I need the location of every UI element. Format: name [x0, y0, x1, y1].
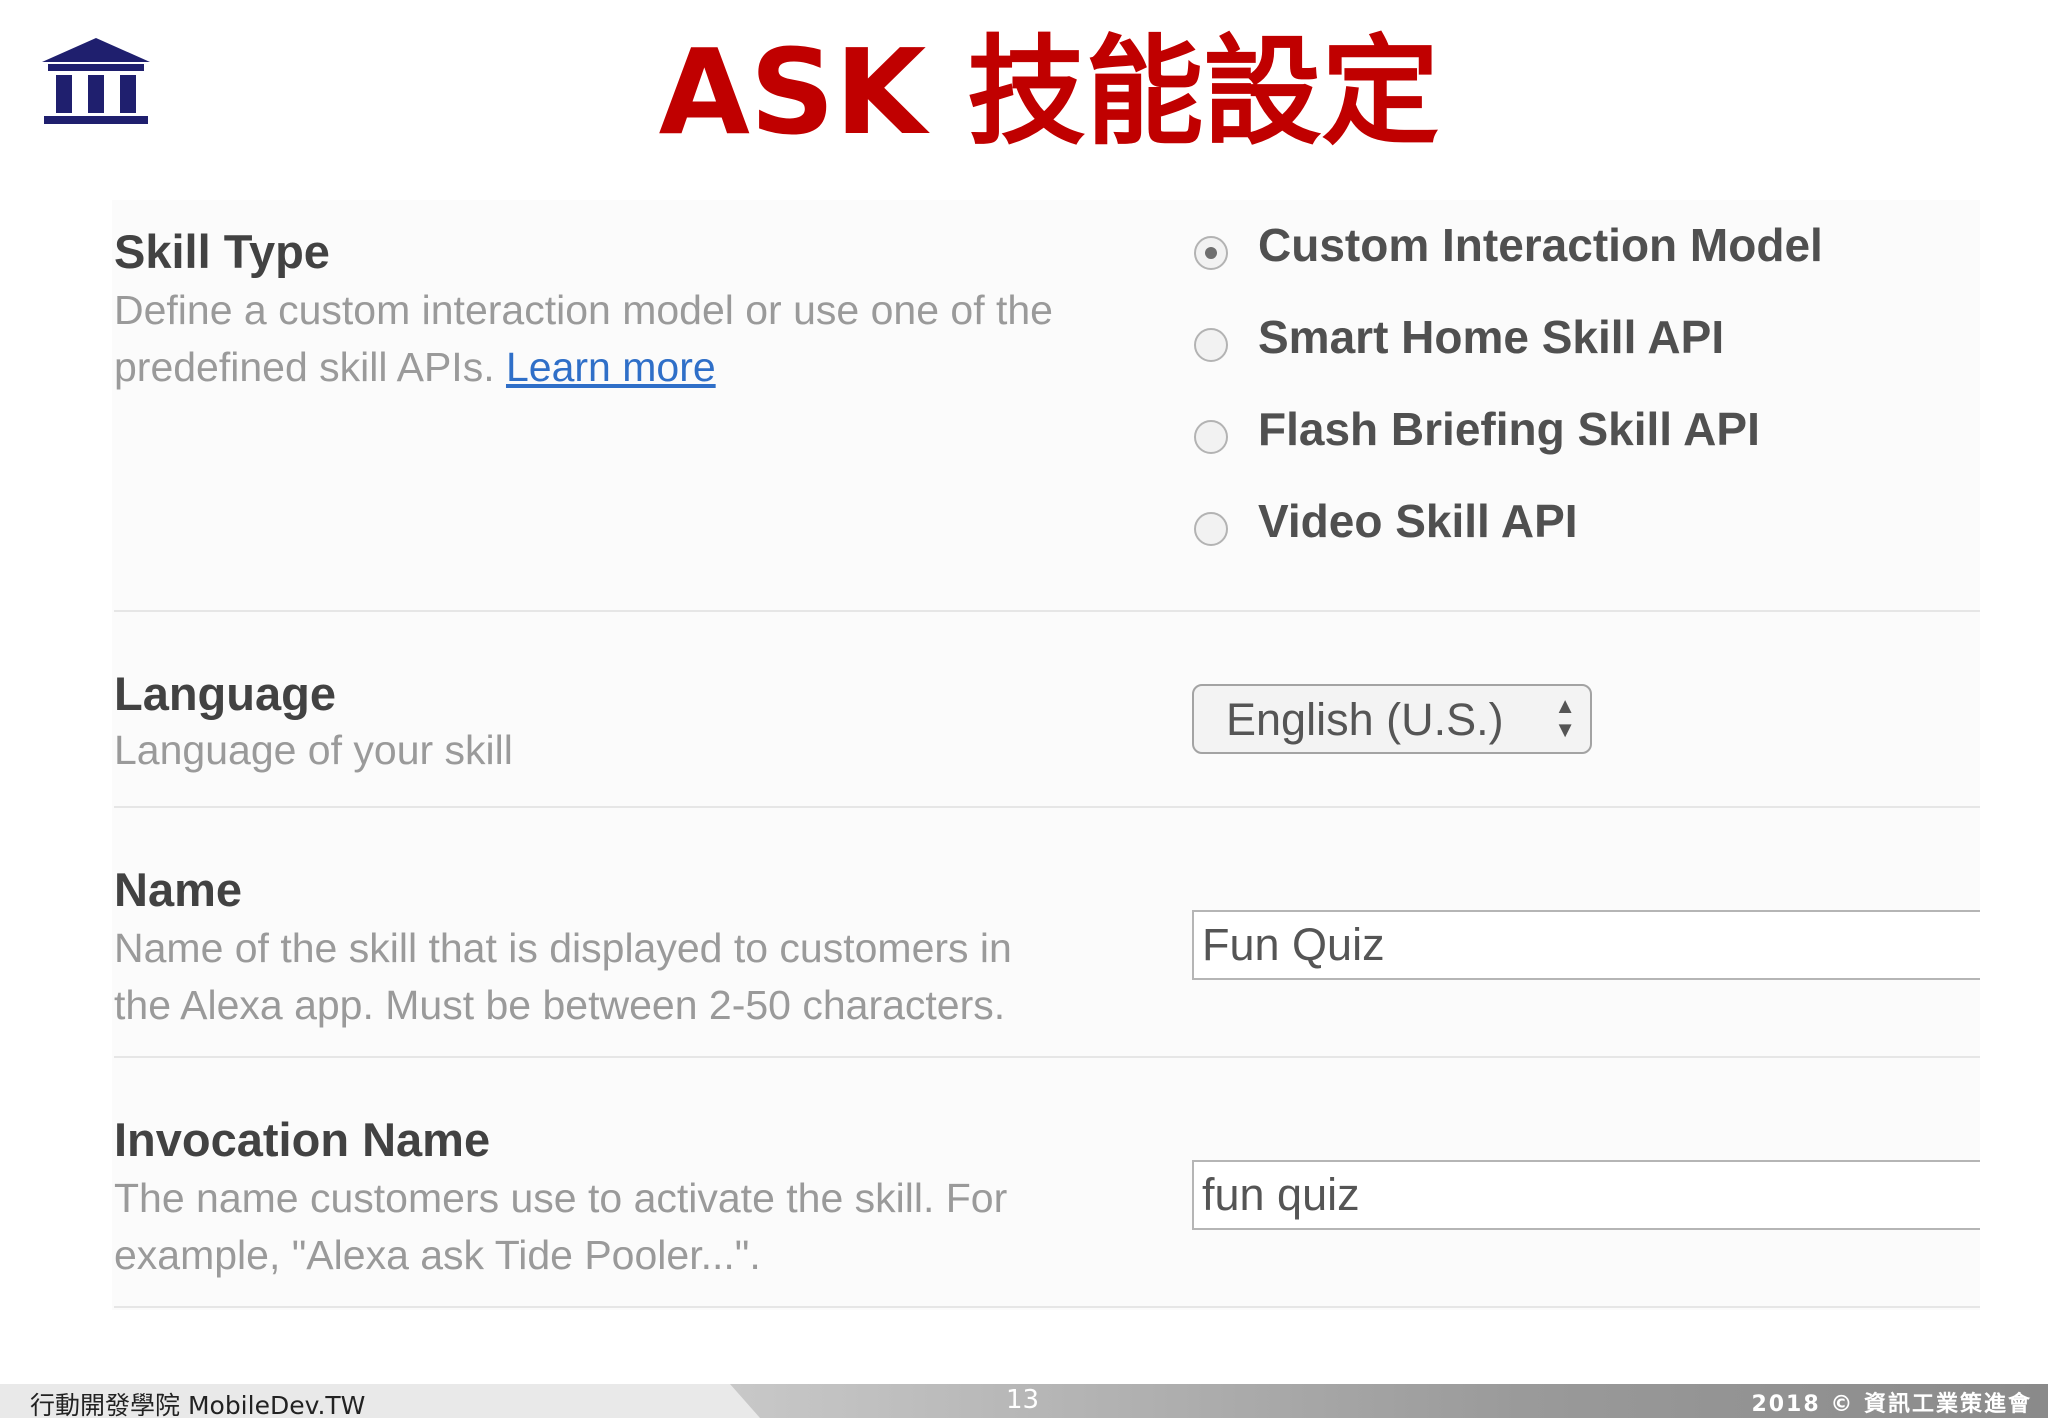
radio-label: Flash Briefing Skill API — [1258, 403, 1760, 455]
radio-button[interactable] — [1194, 420, 1228, 454]
language-label: Language — [114, 667, 336, 720]
divider — [114, 1306, 1980, 1308]
language-select[interactable]: English (U.S.) ▲ ▼ — [1192, 684, 1592, 754]
radio-button[interactable] — [1194, 512, 1228, 546]
invocation-name-label: Invocation Name — [114, 1113, 491, 1166]
invocation-desc-line1: The name customers use to activate the s… — [114, 1175, 1008, 1221]
radio-label: Custom Interaction Model — [1258, 219, 1823, 271]
skill-type-label: Skill Type — [114, 225, 330, 278]
page-number: 13 — [1006, 1385, 1040, 1415]
learn-more-link[interactable]: Learn more — [506, 344, 716, 390]
slide-title: ASK 技能設定 — [658, 23, 1440, 161]
name-input[interactable] — [1192, 910, 1980, 980]
footer-copyright: 2018 © 資訊工業策進會 — [1751, 1392, 2032, 1417]
radio-button[interactable] — [1194, 328, 1228, 362]
skill-type-description: Define a custom interaction model or use… — [114, 282, 1053, 396]
footer-left-text: 行動開發學院 MobileDev.TW — [30, 1391, 366, 1420]
name-label: Name — [114, 863, 243, 916]
invocation-desc-line2: example, "Alexa ask Tide Pooler...". — [114, 1232, 761, 1278]
invocation-name-description: The name customers use to activate the s… — [114, 1170, 1007, 1284]
language-description: Language of your skill — [114, 727, 513, 773]
language-select-value: English (U.S.) — [1226, 694, 1504, 745]
select-arrows-icon: ▲ ▼ — [1554, 693, 1576, 742]
radio-button-selected[interactable] — [1194, 236, 1228, 270]
invocation-name-input[interactable] — [1192, 1160, 1980, 1230]
skill-type-desc-line2: predefined skill APIs. — [114, 344, 506, 390]
language-row: Language Language of your skill — [112, 612, 1980, 808]
skill-settings-form: Skill Type Define a custom interaction m… — [112, 200, 1980, 1310]
slide-footer: 行動開發學院 MobileDev.TW 13 2018 © 資訊工業策進會 — [0, 1384, 2048, 1420]
skill-type-desc-line1: Define a custom interaction model or use… — [114, 287, 1053, 333]
radio-label: Smart Home Skill API — [1258, 311, 1725, 363]
radio-label: Video Skill API — [1258, 495, 1578, 547]
name-desc-line2: the Alexa app. Must be between 2-50 char… — [114, 982, 1006, 1028]
name-description: Name of the skill that is displayed to c… — [114, 920, 1012, 1034]
skill-type-row: Skill Type Define a custom interaction m… — [112, 200, 1980, 612]
name-desc-line1: Name of the skill that is displayed to c… — [114, 925, 1012, 971]
